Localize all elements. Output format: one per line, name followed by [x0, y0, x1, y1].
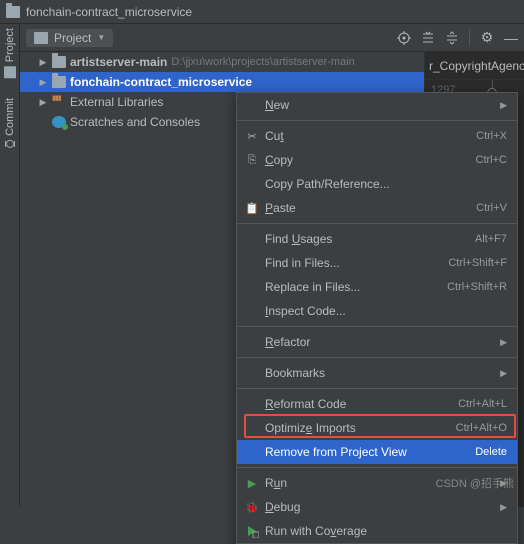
menu-inspect-code[interactable]: Inspect Code... [237, 299, 517, 323]
rail-project-tab[interactable]: Project [4, 28, 16, 78]
scratches-icon [52, 116, 66, 128]
menu-cut[interactable]: ✂ Cut Ctrl+X [237, 124, 517, 148]
gear-icon[interactable]: ⚙ [480, 31, 494, 45]
menu-copy[interactable]: ⎘ Copy Ctrl+C [237, 148, 517, 172]
folder-icon [52, 56, 66, 68]
tree-item-label: Scratches and Consoles [70, 115, 200, 129]
menu-remove-from-project-view[interactable]: Remove from Project View Delete [237, 440, 517, 464]
divider [469, 30, 470, 46]
shortcut: Ctrl+Alt+L [458, 398, 507, 410]
commit-icon [5, 140, 15, 148]
expand-icon[interactable]: ▶ [38, 97, 48, 108]
menu-label: Replace in Files... [265, 280, 447, 294]
menu-label: Run with Coverage [265, 524, 507, 538]
tree-item-label: fonchain-contract_microservice [70, 75, 252, 89]
shortcut: Ctrl+Alt+O [456, 422, 507, 434]
menu-label: Paste [265, 201, 476, 215]
tree-item-label: artistserver-main [70, 55, 167, 69]
project-view-label: Project [54, 31, 91, 45]
menu-separator [237, 120, 517, 121]
shortcut: Ctrl+X [476, 130, 507, 142]
title-bar: fonchain-contract_microservice [0, 0, 524, 24]
folder-icon [6, 6, 20, 18]
project-icon [4, 66, 16, 78]
folder-icon [34, 32, 48, 44]
menu-reformat[interactable]: Reformat Code Ctrl+Alt+L [237, 392, 517, 416]
shortcut: Ctrl+Shift+R [447, 281, 507, 293]
menu-label: Inspect Code... [265, 304, 507, 318]
menu-refactor[interactable]: Refactor ▶ [237, 330, 517, 354]
menu-separator [237, 467, 517, 468]
menu-debug[interactable]: 🐞 Debug ▶ [237, 495, 517, 519]
rail-commit-tab[interactable]: Commit [4, 98, 16, 148]
tree-row-selected[interactable]: ▶ fonchain-contract_microservice [20, 72, 424, 92]
run-icon: ▶ [243, 477, 261, 490]
expand-all-icon[interactable] [421, 31, 435, 45]
shortcut: Alt+F7 [475, 233, 507, 245]
debug-icon: 🐞 [243, 501, 261, 514]
left-rail: Project Commit [0, 24, 20, 507]
menu-label: New [265, 98, 494, 112]
menu-separator [237, 388, 517, 389]
scissors-icon: ✂ [243, 130, 261, 143]
submenu-arrow-icon: ▶ [500, 368, 507, 379]
menu-label: Copy [265, 153, 476, 167]
coverage-icon [243, 524, 261, 538]
tree-item-path: D:\jjxu\work\projects\artistserver-main [171, 56, 354, 68]
menu-label: Remove from Project View [265, 445, 475, 459]
rail-commit-label: Commit [4, 98, 16, 136]
paste-icon: 📋 [243, 202, 261, 215]
expand-icon[interactable]: ▶ [38, 57, 48, 68]
collapse-all-icon[interactable] [445, 31, 459, 45]
watermark: CSDN @招手熊 [436, 475, 514, 491]
shortcut: Delete [475, 446, 507, 458]
menu-replace-in-files[interactable]: Replace in Files... Ctrl+Shift+R [237, 275, 517, 299]
menu-optimize-imports[interactable]: Optimize Imports Ctrl+Alt+O [237, 416, 517, 440]
window-title: fonchain-contract_microservice [26, 5, 192, 19]
menu-bookmarks[interactable]: Bookmarks ▶ [237, 361, 517, 385]
menu-separator [237, 357, 517, 358]
hide-icon[interactable]: — [504, 31, 518, 45]
menu-separator [237, 326, 517, 327]
menu-label: Bookmarks [265, 366, 494, 380]
menu-new[interactable]: New ▶ [237, 93, 517, 117]
menu-run-coverage[interactable]: Run with Coverage [237, 519, 517, 543]
editor-tab[interactable]: r_CopyrightAgency [425, 52, 524, 80]
menu-label: Debug [265, 500, 494, 514]
target-icon[interactable] [397, 31, 411, 45]
menu-find-usages[interactable]: Find Usages Alt+F7 [237, 227, 517, 251]
submenu-arrow-icon: ▶ [500, 337, 507, 348]
menu-find-in-files[interactable]: Find in Files... Ctrl+Shift+F [237, 251, 517, 275]
editor-tab-label: r_CopyrightAgency [429, 59, 524, 73]
menu-label: Refactor [265, 335, 494, 349]
submenu-arrow-icon: ▶ [500, 100, 507, 111]
copy-icon: ⎘ [243, 154, 261, 167]
menu-label: Find Usages [265, 232, 475, 246]
menu-copy-path[interactable]: Copy Path/Reference... [237, 172, 517, 196]
menu-label: Reformat Code [265, 397, 458, 411]
shortcut: Ctrl+V [476, 202, 507, 214]
menu-separator [237, 223, 517, 224]
shortcut: Ctrl+C [476, 154, 507, 166]
tree-row[interactable]: ▶ artistserver-main D:\jjxu\work\project… [20, 52, 424, 72]
menu-label: Cut [265, 129, 476, 143]
menu-label: Find in Files... [265, 256, 448, 270]
shortcut: Ctrl+Shift+F [448, 257, 507, 269]
rail-project-label: Project [4, 28, 16, 62]
menu-label: Optimize Imports [265, 421, 456, 435]
submenu-arrow-icon: ▶ [500, 502, 507, 513]
folder-icon [52, 76, 66, 88]
project-view-selector[interactable]: Project ▼ [26, 29, 113, 47]
chevron-down-icon: ▼ [97, 33, 105, 42]
menu-label: Copy Path/Reference... [265, 177, 507, 191]
tree-item-label: External Libraries [70, 95, 163, 109]
library-icon [52, 96, 66, 108]
menu-paste[interactable]: 📋 Paste Ctrl+V [237, 196, 517, 220]
toolbar-actions: ⚙ — [397, 30, 518, 46]
expand-icon[interactable]: ▶ [38, 77, 48, 88]
tool-window-header: Project ▼ ⚙ — [20, 24, 524, 52]
